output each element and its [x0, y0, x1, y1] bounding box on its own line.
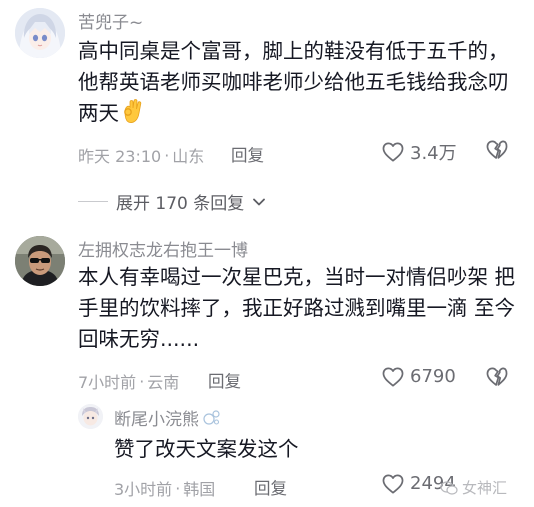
comment-username[interactable]: 左拥权志龙右抱王一博 [78, 236, 248, 261]
divider [78, 201, 108, 202]
avatar[interactable] [15, 236, 65, 286]
comment-meta: 昨天 23:10 · 山东 [78, 143, 204, 167]
heart-icon [382, 367, 404, 386]
avatar[interactable] [15, 8, 65, 58]
reply-button[interactable]: 回复 [254, 475, 287, 499]
reply-location: 韩国 [183, 480, 216, 499]
reply-meta: 3小时前 · 韩国 [114, 476, 215, 500]
comment-text-line-end: 两天 [78, 101, 119, 125]
comment-text-line: 高中同桌是个富哥，脚上的鞋没有低于五千的， [78, 39, 509, 63]
bubbles-icon [203, 409, 220, 425]
comment-text-line: 手里的饮料摔了，我正好路过溅到嘴里一滴 至今 [78, 296, 516, 320]
wechat-logo-icon [440, 480, 458, 495]
comment-text-line: 本人有幸喝过一次星巴克，当时一对情侣吵架 把 [78, 265, 516, 289]
comment-time: 昨天 23:10 [78, 147, 162, 166]
comment-text: 本人有幸喝过一次星巴克，当时一对情侣吵架 把 手里的饮料摔了，我正好路过溅到嘴里… [78, 262, 528, 355]
reply-time: 3小时前 [114, 480, 173, 499]
broken-heart-icon [486, 367, 508, 386]
like-button[interactable]: 3.4万 [382, 139, 457, 165]
comment-meta: 7小时前 · 云南 [78, 369, 179, 393]
heart-icon [382, 142, 404, 162]
meta-separator: · [164, 145, 170, 165]
reply-username-text: 断尾小浣熊 [114, 410, 199, 430]
comment-text: 高中同桌是个富哥，脚上的鞋没有低于五千的， 他帮英语老师买咖啡老师少给他五毛钱给… [78, 36, 528, 133]
reply-username[interactable]: 断尾小浣熊 [114, 405, 220, 430]
reply-text: 赞了改天文案发这个 [114, 437, 299, 461]
watermark-text: 女神汇 [462, 479, 508, 497]
like-count: 3.4万 [410, 143, 457, 164]
comment-text-line: 回味无穷...... [78, 327, 200, 351]
broken-heart-icon [486, 140, 508, 159]
reply-button[interactable]: 回复 [208, 368, 241, 392]
expand-replies-label: 展开 170 条回复 [116, 194, 245, 214]
watermark: 女神汇 [440, 477, 507, 498]
heart-icon [382, 474, 404, 493]
expand-replies-button[interactable]: 展开 170 条回复 [78, 189, 266, 214]
comment-username[interactable]: 苦兜子~ [78, 8, 143, 33]
comment-text-line: 他帮英语老师买咖啡老师少给他五毛钱给我念叨 [78, 70, 509, 94]
avatar[interactable] [78, 404, 103, 429]
like-count: 6790 [410, 366, 456, 387]
comment-time: 7小时前 [78, 373, 137, 392]
dislike-button[interactable] [486, 367, 508, 391]
meta-separator: · [175, 478, 181, 498]
comment-text-line: 两天 [78, 98, 528, 133]
chevron-down-icon [253, 198, 266, 205]
reply-button[interactable]: 回复 [231, 142, 264, 166]
like-button[interactable]: 6790 [382, 366, 456, 387]
ok-hand-emoji-icon [119, 98, 145, 133]
meta-separator: · [139, 371, 145, 391]
comment-location: 山东 [172, 147, 205, 166]
dislike-button[interactable] [486, 140, 508, 164]
comment-location: 云南 [147, 373, 180, 392]
